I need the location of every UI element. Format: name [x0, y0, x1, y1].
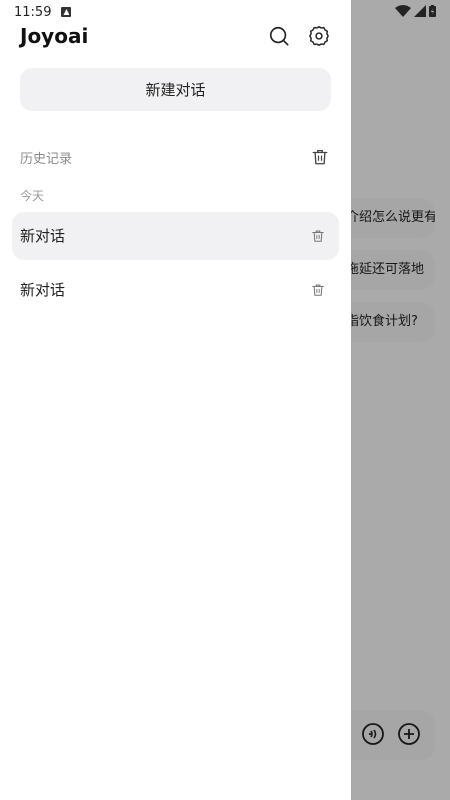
conversation-item[interactable]: 新对话 — [12, 212, 339, 260]
trash-icon[interactable] — [311, 229, 325, 243]
conversation-title: 新对话 — [20, 281, 66, 299]
search-button[interactable] — [267, 24, 291, 48]
trash-icon[interactable] — [311, 148, 329, 166]
gear-icon — [309, 26, 329, 46]
status-bar: 11:59 — [14, 4, 72, 20]
settings-button[interactable] — [307, 24, 331, 48]
history-group-label: 今天 — [20, 189, 45, 203]
new-chat-label: 新建对话 — [145, 81, 206, 99]
screen: 介绍怎么说更有 拖延还可落地 指饮食计划? 11:59 Joyoai 新建对话 … — [0, 0, 450, 800]
notification-a-icon — [61, 7, 72, 17]
trash-icon[interactable] — [311, 283, 325, 297]
history-section-title: 历史记录 — [20, 152, 73, 167]
conversation-title: 新对话 — [20, 227, 66, 245]
search-icon — [269, 26, 289, 46]
app-title: Joyoai — [20, 24, 89, 48]
conversation-item[interactable]: 新对话 — [12, 266, 339, 314]
new-chat-button[interactable]: 新建对话 — [20, 68, 331, 111]
side-drawer: 11:59 Joyoai 新建对话 历史记录 今天 新对话 新对话 — [0, 0, 351, 800]
status-time: 11:59 — [14, 4, 52, 20]
